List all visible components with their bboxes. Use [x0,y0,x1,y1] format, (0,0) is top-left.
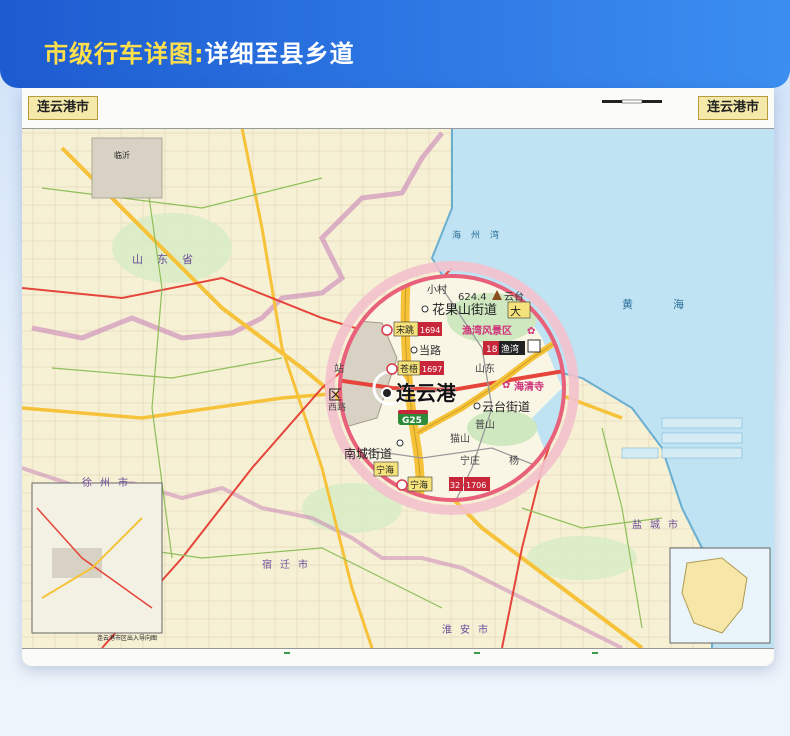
label-sea2: 黄海 [622,297,724,311]
map-card: 临沂 山东省 海州湾 黄海 盐城市 淮安市 宿迁市 徐州市 连云港市区出入导向图 [22,88,774,666]
city-name-right: 连云港市 [697,96,768,120]
lens-xiaocun: 小村 [427,283,447,296]
map-canvas: 临沂 山东省 海州湾 黄海 盐城市 淮安市 宿迁市 徐州市 连云港市区出入导向图 [22,88,774,666]
lens-exit18: 18 [486,345,498,355]
label-yancheng: 盐城市 [632,518,686,531]
lens-ningzhuang: 宁庄 [460,454,480,467]
lens-shandong: 山东 [475,362,495,375]
page: 市级行车详图:详细至县乡道 临沂 山东省 海州湾 黄海 盐城市 淮安市 宿迁市 … [0,0,790,736]
headline-main: 市级行车详图: [44,40,205,68]
lens-peak: 624.4 [458,292,487,303]
label-sea1: 海州湾 [452,229,509,241]
edge-tag [592,652,598,654]
lens-pushan: 普山 [475,418,495,431]
info-block [118,94,124,115]
town-dot [473,402,481,410]
lens-huaguoshan: 花果山街道 [432,302,497,318]
linyi-urban [91,137,163,199]
edge-tag [474,652,480,654]
lens-yuwan: 渔湾 [501,343,519,355]
city-name-left: 连云港市 [28,96,99,120]
title-banner: 市级行车详图:详细至县乡道 [0,0,790,88]
scale-bar [602,99,662,104]
lens-g25: G25 [402,416,422,426]
scale-block [602,94,662,110]
label-province: 山东省 [132,253,207,266]
headline-sub: 详细至县乡道 [204,40,355,68]
g25-shield-top [398,410,428,414]
lens-ninghai-exit: 32 [450,481,460,490]
headline: 市级行车详图:详细至县乡道 [44,34,355,69]
lens-songtiao-num: 1694 [420,326,440,335]
lens-qu: 区 [328,388,342,404]
lens-cangwu-num: 1697 [422,365,442,374]
scenic-flower: ✿ [502,380,510,391]
lens-maoshan: 猫山 [450,432,470,445]
label-linyi: 临沂 [114,150,130,160]
city-dot [381,387,393,399]
lens-ninghai-top: 宁海 [376,464,394,476]
green-patch [112,213,232,283]
interchange-icon [381,324,393,336]
map-bottom-bar [22,648,774,666]
lens-ninghai: 宁海 [410,479,428,491]
lens-lianyungang: 连云港 [396,381,457,405]
inset-caption: 连云港市区出入导向图 [97,634,157,642]
interchange-icon [386,363,398,375]
info-block [240,94,246,115]
lens-xilu: 西路 [328,401,346,413]
lens-songtiao: 宋跳 [396,324,414,336]
lens-yuntai-short: 云台 [504,290,524,303]
map-header-strip: 连云港市 连云港市 [22,88,774,129]
town-dot [410,346,418,354]
lens-ninghai-num: 1706 [466,481,486,490]
toll-icon [527,339,541,353]
lens-yuntai-jiedao: 云台街道 [482,399,530,414]
lens-yang: 杨 [509,454,519,467]
lens-cangwu: 苍梧 [400,363,418,375]
lens-danglu: 当路 [419,343,441,357]
label-suqian: 宿迁市 [262,558,316,571]
scenic-flower: ✿ [527,326,535,337]
lens-haiqingsi: 海清寺 [514,380,544,393]
label-xuzhou: 徐州市 [82,476,136,489]
label-huaian: 淮安市 [442,623,496,636]
town-dot [396,439,404,447]
lens-zhan: 站 [334,362,344,375]
edge-tag [284,652,290,654]
lens-nanchengjiedao: 南城街道 [344,446,392,461]
lens-da: 大 [510,304,521,318]
lens-haiwan-scenic: 渔湾风景区 [462,324,512,337]
town-dot [421,305,429,313]
interchange-icon [396,479,408,491]
info-block [172,94,178,115]
